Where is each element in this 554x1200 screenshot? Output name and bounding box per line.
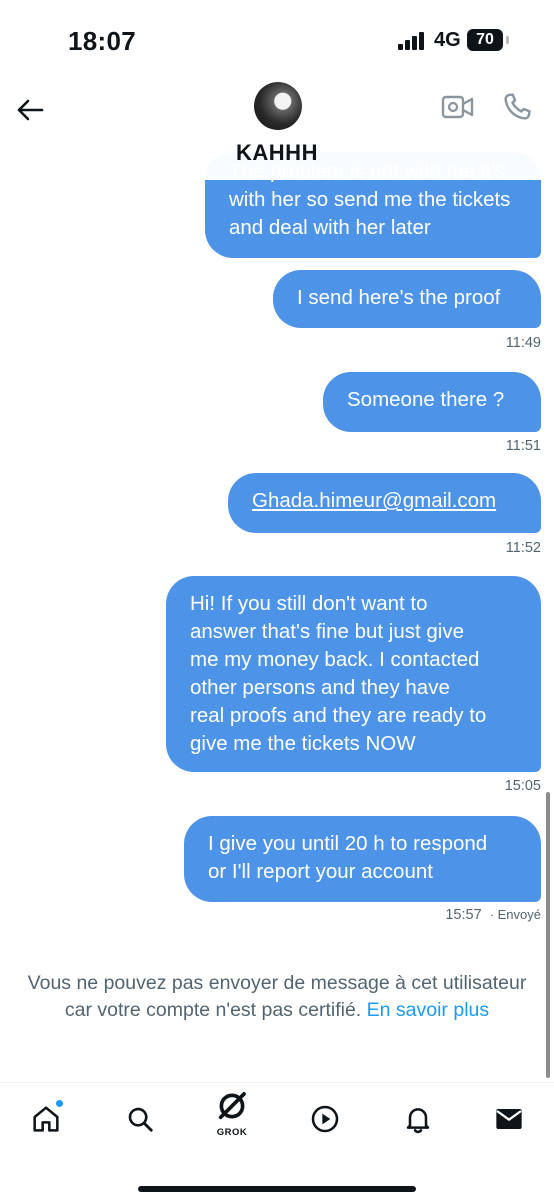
notifications-icon xyxy=(406,1108,430,1134)
home-indicator[interactable] xyxy=(138,1186,416,1192)
message-line: and deal with her later xyxy=(229,216,431,239)
notice-line: car votre compte n'est pas certifié. En … xyxy=(0,997,554,1024)
contact-name[interactable]: KAHHH xyxy=(0,140,554,166)
back-arrow-icon xyxy=(17,99,44,121)
status-bar: 18:07 4G 70 xyxy=(0,0,554,80)
message-line: me my money back. I contacted xyxy=(190,648,480,671)
message-bubble[interactable]: I give you until 20 h to respond or I'll… xyxy=(184,816,541,902)
message-line: real proofs and they are ready to xyxy=(190,704,487,727)
email-link[interactable]: Ghada.himeur@gmail.com xyxy=(252,489,496,512)
message-line: answer that's fine but just give xyxy=(190,620,464,643)
nav-video[interactable] xyxy=(303,1097,347,1141)
message-timestamp: 11:51 xyxy=(505,438,541,454)
message-bubble[interactable]: Someone there ? xyxy=(323,372,541,432)
phone-icon xyxy=(504,93,531,120)
phone-call-button[interactable] xyxy=(500,90,534,124)
message-timestamp: 11:49 xyxy=(505,335,541,351)
messaging-restriction-notice: Vous ne pouvez pas envoyer de message à … xyxy=(0,970,554,1024)
message-line: other persons and they have xyxy=(190,676,450,699)
message-line: I give you until 20 h to respond xyxy=(208,832,488,855)
grok-label: GROK xyxy=(216,1127,248,1138)
notification-dot xyxy=(55,1099,64,1108)
cellular-signal-icon xyxy=(398,32,428,50)
learn-more-link[interactable]: En savoir plus xyxy=(367,999,489,1021)
message-line: or I'll report your account xyxy=(208,860,433,883)
message-line: with her so send me the tickets xyxy=(229,188,511,211)
search-icon xyxy=(128,1107,153,1132)
video-icon xyxy=(311,1105,339,1133)
message-bubble[interactable]: Ghada.himeur@gmail.com xyxy=(228,473,541,533)
nav-notifications[interactable] xyxy=(396,1097,440,1141)
message-bubble[interactable]: I send here's the proof xyxy=(273,270,541,328)
video-call-button[interactable] xyxy=(440,92,476,122)
message-line: Someone there ? xyxy=(347,388,505,411)
message-timestamp: 15:57 · Envoyé xyxy=(445,907,541,923)
nav-grok[interactable]: GROK xyxy=(210,1091,254,1138)
message-timestamp: 11:52 xyxy=(505,540,541,556)
grok-icon xyxy=(218,1092,246,1120)
notice-line: Vous ne pouvez pas envoyer de message à … xyxy=(27,972,527,994)
notice-text: car votre compte n'est pas certifié. xyxy=(64,999,362,1021)
nav-home[interactable] xyxy=(24,1097,68,1141)
message-line: Hi! If you still don't want to xyxy=(190,592,428,615)
delivery-status: · Envoyé xyxy=(489,907,541,922)
avatar[interactable] xyxy=(254,82,302,130)
video-call-icon xyxy=(441,95,474,119)
scrollbar[interactable] xyxy=(546,792,550,1078)
message-timestamp: 15:05 xyxy=(504,778,541,794)
nav-search[interactable] xyxy=(118,1097,162,1141)
network-type: 4G xyxy=(434,29,461,51)
message-time: 15:57 xyxy=(445,907,482,923)
nav-messages[interactable] xyxy=(487,1097,531,1141)
message-bubble[interactable]: Hi! If you still don't want to answer th… xyxy=(166,576,541,772)
battery-icon: 70 xyxy=(467,29,509,51)
message-line: give me the tickets NOW xyxy=(190,732,416,755)
clock: 18:07 xyxy=(68,26,136,56)
bottom-nav: GROK xyxy=(0,1082,554,1200)
message-line: I send here's the proof xyxy=(297,286,501,309)
messages-icon xyxy=(496,1109,522,1129)
back-button[interactable] xyxy=(10,90,50,130)
conversation-header: KAHHH xyxy=(0,80,554,180)
